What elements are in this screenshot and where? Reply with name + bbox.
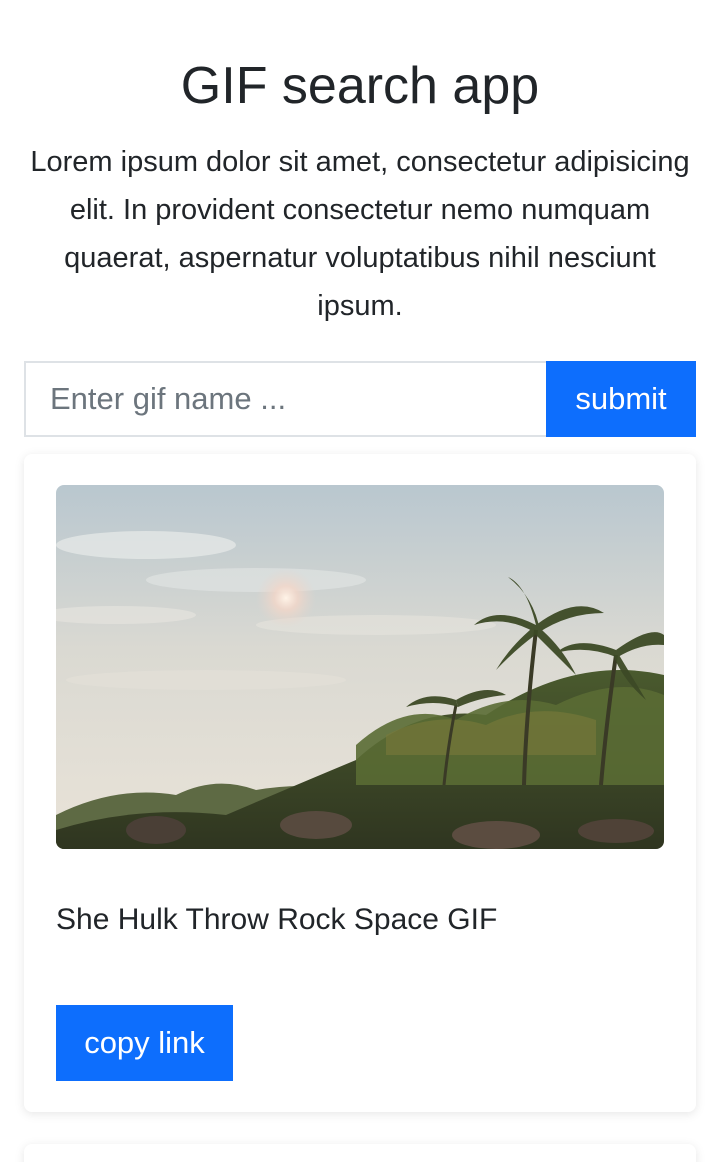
gif-title: She Hulk Throw Rock Space GIF [56, 903, 498, 936]
gif-card: She Hulk Throw Rock Space GIF copy link [24, 454, 696, 1112]
submit-button[interactable]: submit [546, 361, 696, 437]
search-input[interactable] [24, 361, 546, 437]
next-gif-card [24, 1144, 696, 1162]
page: GIF search app Lorem ipsum dolor sit ame… [0, 0, 720, 1162]
page-title: GIF search app [180, 57, 540, 115]
page-description: Lorem ipsum dolor sit amet, consectetur … [30, 146, 690, 322]
copy-link-button[interactable]: copy link [56, 1005, 233, 1081]
gif-image [56, 485, 664, 849]
search-form: submit [24, 361, 696, 437]
